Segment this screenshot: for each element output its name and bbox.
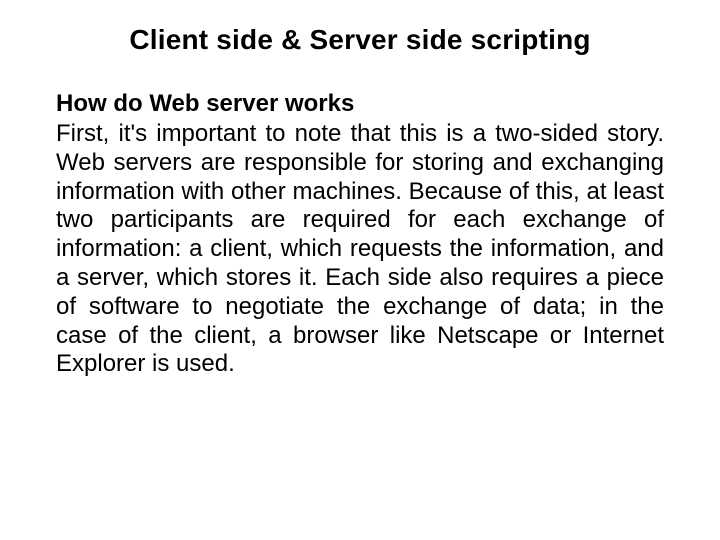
section-heading: How do Web server works — [56, 90, 664, 118]
slide: Client side & Server side scripting How … — [0, 0, 720, 540]
page-title: Client side & Server side scripting — [56, 24, 664, 56]
body-paragraph: First, it's important to note that this … — [56, 120, 664, 379]
